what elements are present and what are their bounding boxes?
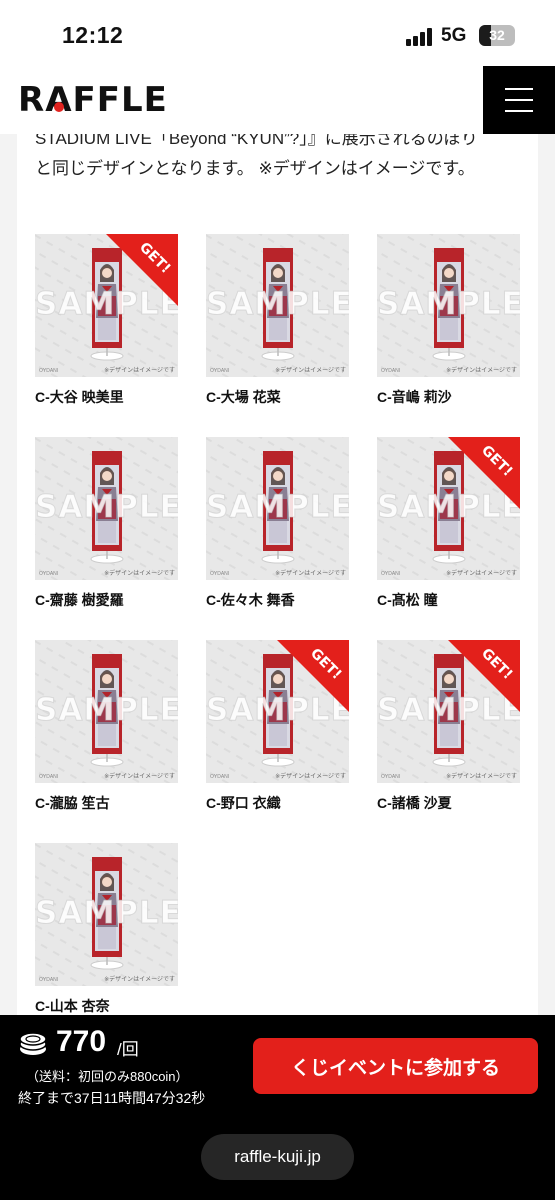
get-ribbon: GET! [448, 640, 520, 712]
logo-letter: E [143, 80, 168, 120]
prize-item[interactable]: SAMPLE OYDANI ※デザインはイメージです C-齋藤 樹愛羅 [35, 437, 178, 610]
prize-item[interactable]: SAMPLE OYDANI ※デザインはイメージです C-瀧脇 笙古 [35, 640, 178, 813]
image-note: ※デザインはイメージです [275, 774, 346, 780]
get-ribbon: GET! [106, 234, 178, 306]
prize-image: SAMPLE OYDANI ※デザインはイメージです [206, 437, 349, 580]
coin-stack-icon [19, 1032, 47, 1055]
get-ribbon: GET! [277, 640, 349, 712]
brand-mark: OYDANI [39, 368, 59, 374]
price-unit: /回 [117, 1040, 139, 1059]
prize-name: C-佐々木 舞香 [206, 592, 295, 608]
brand-mark: OYDANI [210, 774, 230, 780]
prize-card: STADIUM LIVE「Beyond “KYUN”?」』に展示されるのぼり と… [17, 134, 538, 1034]
prize-item[interactable]: SAMPLE OYDANI ※デザインはイメージです C-大場 花菜 [206, 234, 349, 407]
prize-name: C-野口 衣織 [206, 795, 281, 811]
battery-percent: 32 [489, 27, 505, 43]
prize-item[interactable]: SAMPLE OYDANI ※デザインはイメージです C-山本 杏奈 [35, 843, 178, 1016]
logo-letter: F [96, 80, 121, 120]
signal-icon [406, 28, 434, 46]
prize-name: C-諸橋 沙夏 [377, 795, 452, 811]
image-note: ※デザインはイメージです [104, 774, 175, 780]
prize-name: C-瀧脇 笙古 [35, 795, 110, 811]
brand-mark: OYDANI [39, 774, 59, 780]
image-note: ※デザインはイメージです [446, 774, 517, 780]
join-event-button[interactable]: くじイベントに参加する [253, 1038, 538, 1094]
sample-watermark: SAMPLE [35, 895, 178, 932]
prize-name: C-齋藤 樹愛羅 [35, 592, 124, 608]
page: 12:12 5G 32 RAFFLE STADIUM LIVE「Beyond “… [0, 0, 555, 1200]
description-line: STADIUM LIVE「Beyond “KYUN”?」』に展示されるのぼり [35, 134, 478, 148]
prize-item[interactable]: SAMPLE OYDANI ※デザインはイメージです GET! C-大谷 映美里 [35, 234, 178, 407]
network-label: 5G [441, 25, 467, 46]
raffle-logo[interactable]: RAFFLE [18, 80, 168, 120]
prize-name: C-髙松 瞳 [377, 592, 438, 608]
image-note: ※デザインはイメージです [104, 977, 175, 983]
status-bar: 12:12 5G 32 [0, 0, 555, 66]
prize-item[interactable]: SAMPLE OYDANI ※デザインはイメージです GET! C-野口 衣織 [206, 640, 349, 813]
brand-mark: OYDANI [210, 571, 230, 577]
prize-image: SAMPLE OYDANI ※デザインはイメージです GET! [377, 640, 520, 783]
prize-name: C-大場 花菜 [206, 389, 281, 405]
prize-name: C-大谷 映美里 [35, 389, 124, 405]
prize-name: C-音嶋 莉沙 [377, 389, 452, 405]
logo-dot-icon [53, 101, 64, 112]
brand-mark: OYDANI [210, 368, 230, 374]
hamburger-menu-icon[interactable] [483, 66, 555, 134]
brand-mark: OYDANI [39, 571, 59, 577]
sample-watermark: SAMPLE [206, 286, 349, 323]
price-value: 770 [56, 1025, 107, 1058]
logo-letter: R [18, 80, 46, 120]
sample-watermark: SAMPLE [206, 489, 349, 526]
prize-image: SAMPLE OYDANI ※デザインはイメージです [35, 437, 178, 580]
description-line: と同じデザインとなります。 ※デザインはイメージです。 [35, 159, 475, 178]
shipping-note: （送料：初回のみ880coin） [26, 1069, 189, 1084]
prize-item[interactable]: SAMPLE OYDANI ※デザインはイメージです C-音嶋 莉沙 [377, 234, 520, 407]
sample-watermark: SAMPLE [377, 286, 520, 323]
time-remaining: 終了まで37日11時間47分32秒 [18, 1090, 206, 1106]
purchase-bar: 770 /回 （送料：初回のみ880coin） 終了まで37日11時間47分32… [0, 1015, 555, 1200]
image-note: ※デザインはイメージです [104, 571, 175, 577]
brand-mark: OYDANI [381, 368, 401, 374]
image-note: ※デザインはイメージです [275, 571, 346, 577]
image-note: ※デザインはイメージです [446, 571, 517, 577]
brand-mark: OYDANI [39, 977, 59, 983]
prize-image: SAMPLE OYDANI ※デザインはイメージです GET! [377, 437, 520, 580]
brand-mark: OYDANI [381, 571, 401, 577]
prize-item[interactable]: SAMPLE OYDANI ※デザインはイメージです C-佐々木 舞香 [206, 437, 349, 610]
prize-image: SAMPLE OYDANI ※デザインはイメージです [377, 234, 520, 377]
logo-letter: A [45, 80, 73, 120]
get-ribbon: GET! [448, 437, 520, 509]
status-time: 12:12 [62, 22, 124, 48]
battery-icon: 32 [479, 25, 515, 46]
prize-description: STADIUM LIVE「Beyond “KYUN”?」』に展示されるのぼり と… [35, 134, 535, 184]
sample-watermark: SAMPLE [35, 692, 178, 729]
prize-image: SAMPLE OYDANI ※デザインはイメージです [35, 640, 178, 783]
sample-watermark: SAMPLE [35, 489, 178, 526]
image-note: ※デザインはイメージです [104, 368, 175, 374]
prize-image: SAMPLE OYDANI ※デザインはイメージです [35, 843, 178, 986]
brand-mark: OYDANI [381, 774, 401, 780]
logo-letter: L [120, 80, 144, 120]
prize-item[interactable]: SAMPLE OYDANI ※デザインはイメージです GET! C-諸橋 沙夏 [377, 640, 520, 813]
prize-image: SAMPLE OYDANI ※デザインはイメージです [206, 234, 349, 377]
prize-image: SAMPLE OYDANI ※デザインはイメージです GET! [35, 234, 178, 377]
image-note: ※デザインはイメージです [446, 368, 517, 374]
site-header: RAFFLE [0, 66, 555, 134]
prize-item[interactable]: SAMPLE OYDANI ※デザインはイメージです GET! C-髙松 瞳 [377, 437, 520, 610]
browser-url-bar[interactable]: raffle-kuji.jp [201, 1134, 354, 1180]
logo-letter: F [72, 80, 97, 120]
prize-name: C-山本 杏奈 [35, 998, 110, 1014]
prize-image: SAMPLE OYDANI ※デザインはイメージです GET! [206, 640, 349, 783]
image-note: ※デザインはイメージです [275, 368, 346, 374]
